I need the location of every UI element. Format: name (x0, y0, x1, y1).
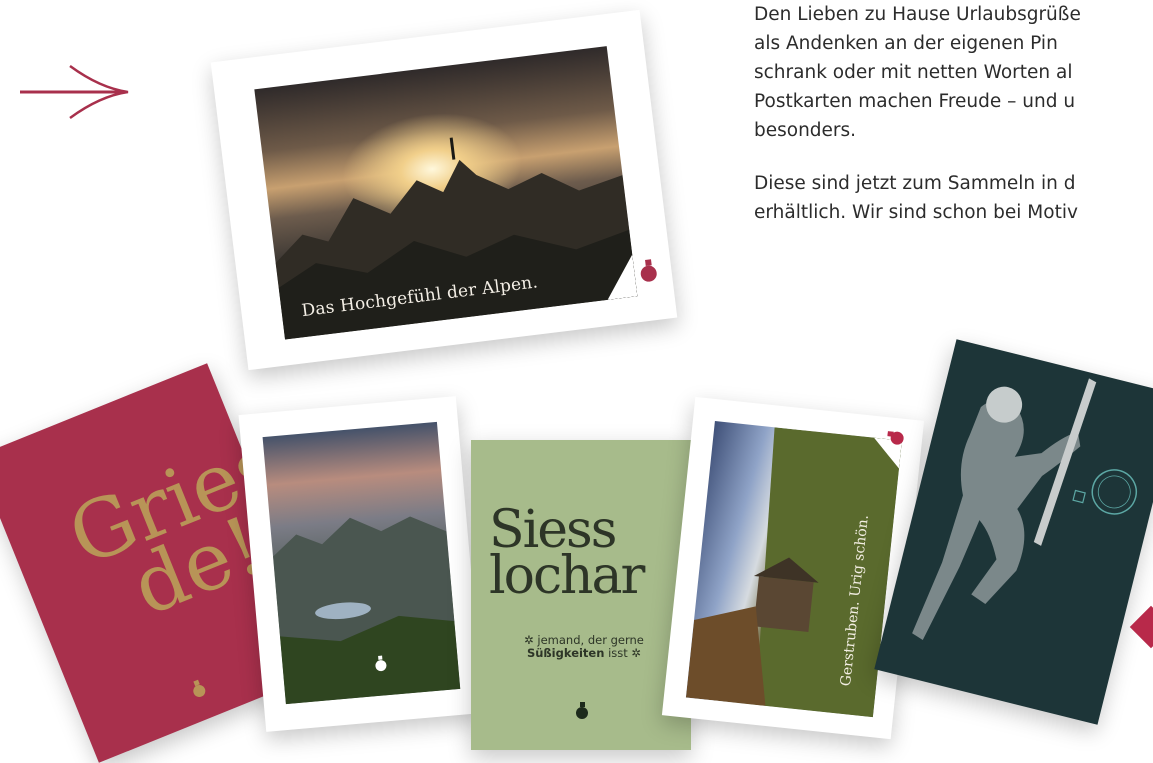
postcard-gerstruben: Gerstruben. Urig schön. (661, 396, 925, 740)
intro-paragraph-2: Diese sind jetzt zum Sammeln in d erhält… (754, 173, 1078, 223)
mountain-sunset-photo: Das Hochgefühl der Alpen. (254, 46, 638, 340)
definition-prefix: ✲ jemand, der gerne (524, 633, 644, 647)
siess-lochar-definition: ✲ jemand, der gerne Süßigkeiten isst ✲ (499, 634, 669, 660)
logo-drop-icon (375, 655, 387, 672)
arrow-right-icon (20, 64, 129, 120)
postcard-skier (874, 339, 1153, 725)
intro-text: Den Lieben zu Hause Urlaubsgrüße als And… (754, 0, 1153, 227)
intro-paragraph-1: Den Lieben zu Hause Urlaubsgrüße als And… (754, 4, 1081, 141)
logo-drop-icon (887, 431, 904, 445)
mountain-lake-photo (262, 421, 461, 705)
alpine-hut-photo: Gerstruben. Urig schön. (685, 421, 902, 718)
postcard-alpen: Das Hochgefühl der Alpen. (210, 9, 678, 371)
postcard-lake (238, 396, 484, 732)
skier-silhouette-icon (912, 378, 1138, 640)
definition-bold: Süßigkeiten (526, 646, 605, 660)
logo-drop-icon (193, 679, 206, 697)
postcard-siess-lochar: Siess lochar ✲ jemand, der gerne Süßigke… (471, 440, 691, 750)
siess-lochar-title: Siess lochar (489, 504, 645, 606)
logo-drop-icon (640, 259, 657, 282)
definition-suffix: isst ✲ (608, 646, 642, 660)
decorative-diamond (1129, 605, 1153, 649)
lochar-line: lochar (489, 546, 645, 606)
logo-drop-icon (576, 702, 588, 719)
